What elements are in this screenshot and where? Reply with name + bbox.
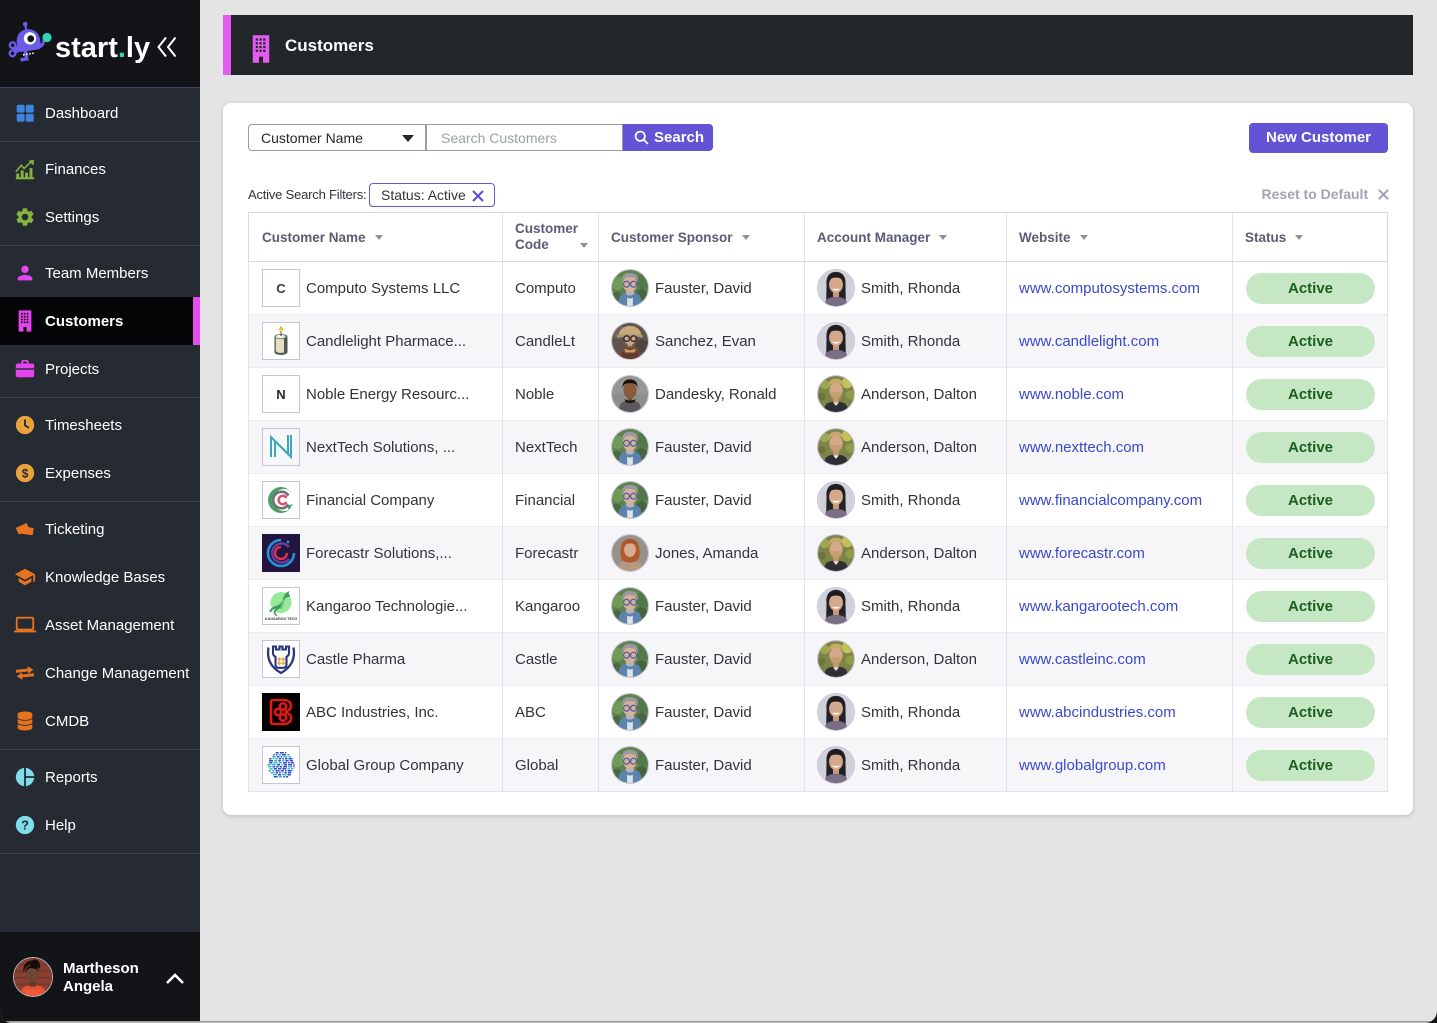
svg-text:N: N <box>276 387 285 402</box>
svg-text:$: $ <box>22 467 29 481</box>
svg-text:KANGAROO TECH: KANGAROO TECH <box>265 617 298 621</box>
svg-text:?: ? <box>21 818 29 833</box>
svg-text:C: C <box>276 281 286 296</box>
